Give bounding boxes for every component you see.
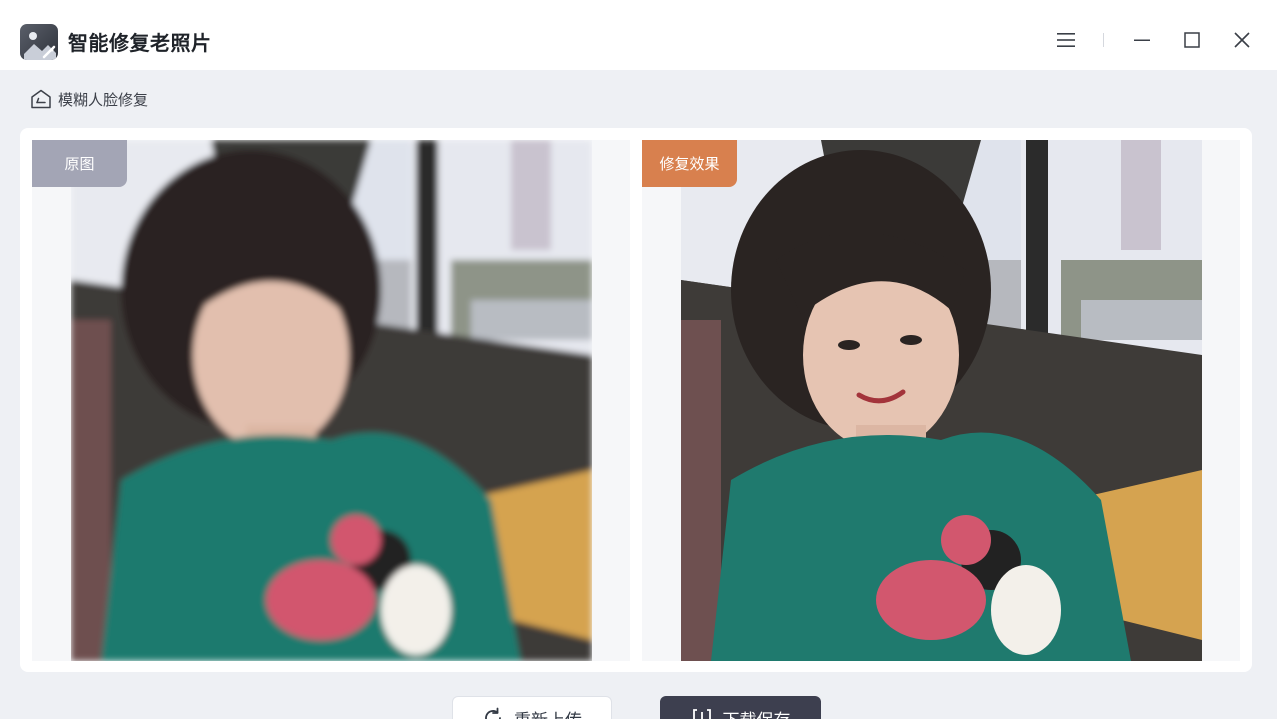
result-label: 修复效果 xyxy=(642,140,737,187)
download-button[interactable]: 下载保存 xyxy=(660,696,821,719)
original-photo xyxy=(71,140,592,661)
original-label: 原图 xyxy=(32,140,127,187)
hamburger-menu-icon[interactable] xyxy=(1051,26,1081,54)
maximize-icon[interactable] xyxy=(1177,26,1207,54)
breadcrumb[interactable]: 模糊人脸修复 xyxy=(30,88,148,110)
close-icon[interactable] xyxy=(1227,26,1257,54)
original-photo-frame xyxy=(32,140,630,661)
result-photo xyxy=(681,140,1202,661)
breadcrumb-label: 模糊人脸修复 xyxy=(58,90,149,109)
window-controls-divider xyxy=(1103,33,1104,47)
reupload-button[interactable]: 重新上传 xyxy=(452,696,612,719)
app-title: 智能修复老照片 xyxy=(68,31,212,55)
home-icon xyxy=(30,89,52,109)
download-label: 下载保存 xyxy=(723,706,791,719)
minimize-icon[interactable] xyxy=(1127,26,1157,54)
reupload-label: 重新上传 xyxy=(514,706,582,719)
result-photo-frame xyxy=(642,140,1240,661)
title-bar: 智能修复老照片 xyxy=(0,0,1277,70)
save-bracket-icon xyxy=(691,707,713,719)
photo-repair-icon xyxy=(20,24,58,60)
refresh-icon xyxy=(482,707,504,719)
